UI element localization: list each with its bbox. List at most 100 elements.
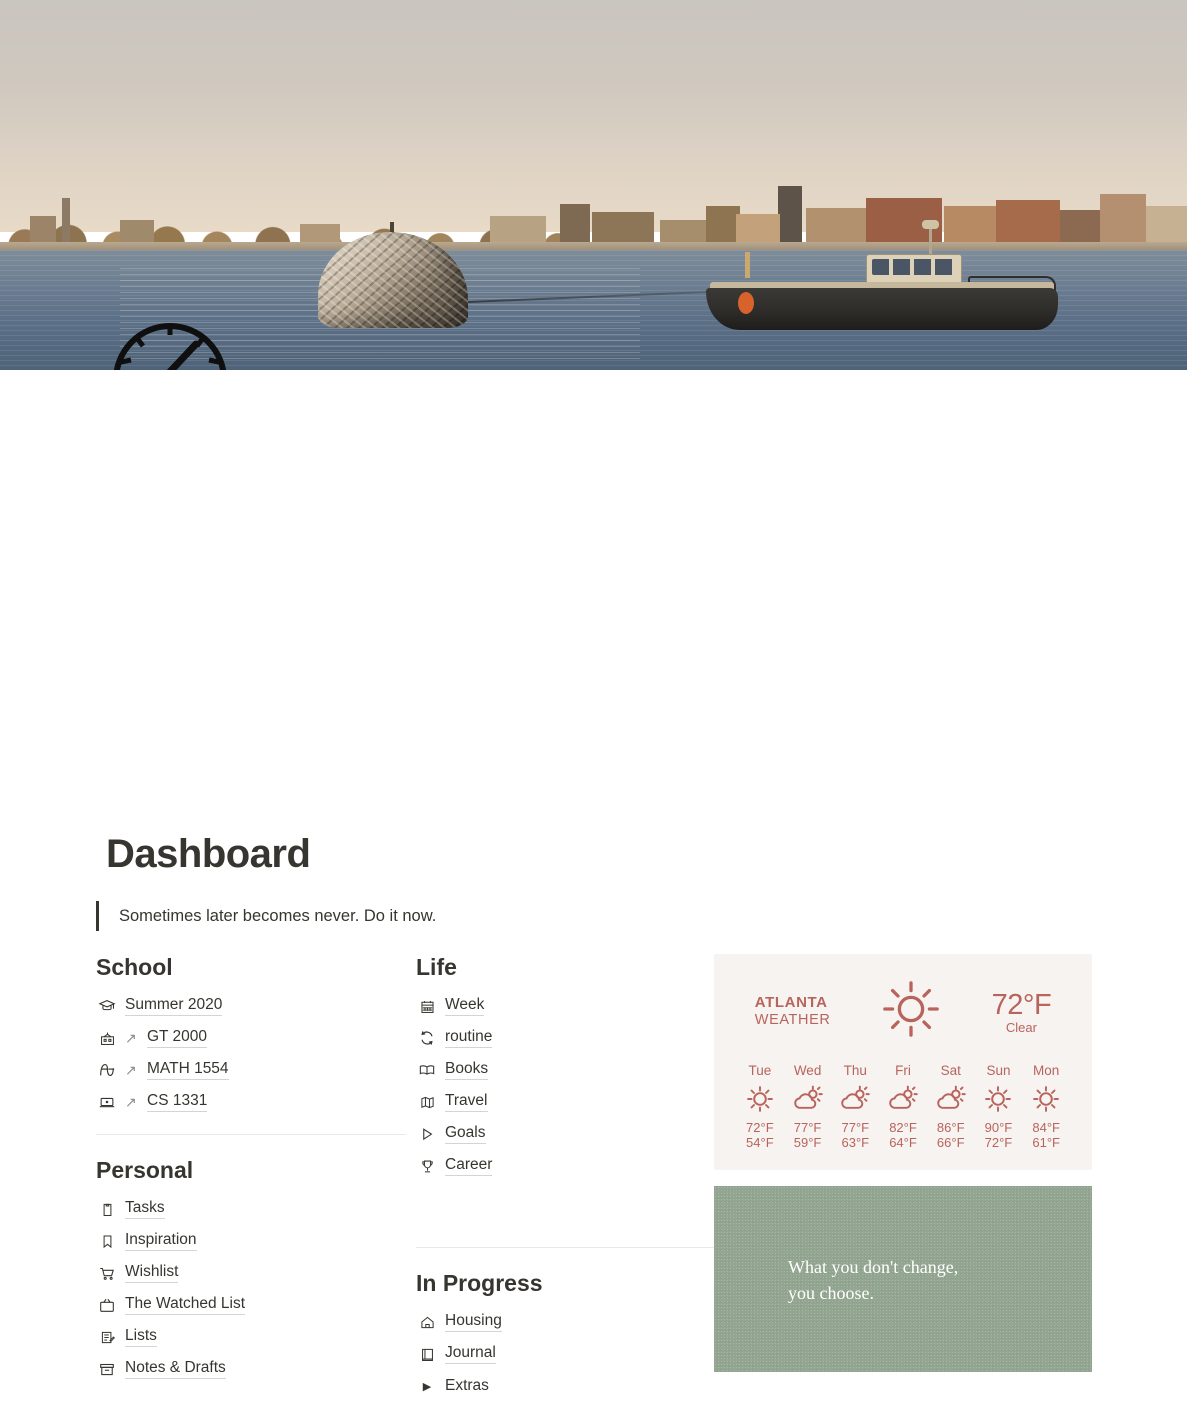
link-week[interactable]: Week <box>416 990 714 1022</box>
television-icon <box>96 1295 118 1315</box>
section-title-life: Life <box>416 954 457 980</box>
green-quote-line-2: you choose. <box>788 1283 874 1304</box>
link-notes-and-drafts[interactable]: Notes & Drafts <box>96 1353 406 1385</box>
link-journal[interactable]: Journal <box>416 1338 714 1370</box>
clipboard-icon <box>96 1199 118 1219</box>
green-quote-text: What you don't change, you choose. <box>788 1254 958 1306</box>
page-quote-text: Sometimes later becomes never. Do it now… <box>119 906 437 925</box>
green-quote-line-1: What you don't change, <box>788 1257 959 1277</box>
link-cs-1331[interactable]: ↗ CS 1331 <box>96 1086 406 1118</box>
column-divider <box>96 1134 406 1135</box>
cover-tug-hull <box>706 288 1058 330</box>
column-divider <box>416 1247 714 1248</box>
sun-icon <box>1022 1084 1070 1114</box>
weather-current-icon-wrap <box>880 978 942 1045</box>
forecast-high: 77°F <box>841 1120 870 1135</box>
forecast-day-name: Thu <box>843 1063 867 1078</box>
weather-city-sub: WEATHER <box>754 1011 831 1028</box>
note-edit-icon <box>96 1327 118 1347</box>
column-spacer <box>416 1182 714 1231</box>
link-label: Books <box>445 1060 489 1080</box>
cover-photo <box>0 0 1187 370</box>
link-label: Tasks <box>125 1199 165 1219</box>
link-label: Inspiration <box>125 1231 197 1251</box>
cover-buoy <box>738 292 754 314</box>
refresh-cycle-icon <box>416 1028 438 1048</box>
forecast-low: 63°F <box>841 1135 870 1150</box>
forecast-day-name: Sat <box>940 1063 961 1078</box>
column-school-personal: School Summer 2020 ↗ GT 2000 ↗ MATH 1554… <box>96 954 406 1402</box>
page-cover[interactable] <box>0 0 1187 370</box>
sun-icon <box>880 981 942 1044</box>
calendar-icon <box>416 996 438 1016</box>
cover-tug-windows <box>872 259 956 275</box>
open-book-icon <box>416 1060 438 1080</box>
sun-icon <box>975 1084 1023 1114</box>
speedometer-icon[interactable] <box>110 318 230 370</box>
external-link-arrow-icon: ↗ <box>125 1094 137 1110</box>
link-travel[interactable]: Travel <box>416 1086 714 1118</box>
link-gt-2000[interactable]: ↗ GT 2000 <box>96 1022 406 1054</box>
link-wishlist[interactable]: Wishlist <box>96 1257 406 1289</box>
trophy-icon <box>416 1156 438 1176</box>
forecast-low: 61°F <box>1032 1135 1060 1150</box>
cover-tug-lamp <box>922 220 939 229</box>
sun-icon <box>736 1084 784 1114</box>
forecast-day: Thu 77°F 63°F <box>831 1063 879 1150</box>
page-title[interactable]: Dashboard <box>106 832 311 877</box>
forecast-day: Fri 82°F 64°F <box>879 1063 927 1150</box>
partly-cloudy-icon <box>879 1084 927 1114</box>
link-label: Wishlist <box>125 1263 179 1283</box>
cover-skyline <box>0 172 1187 250</box>
link-tasks[interactable]: Tasks <box>96 1193 406 1225</box>
green-quote-card[interactable]: What you don't change, you choose. <box>714 1186 1092 1372</box>
partly-cloudy-icon <box>831 1084 879 1114</box>
link-summer-2020[interactable]: Summer 2020 <box>96 990 406 1022</box>
link-the-watched-list[interactable]: The Watched List <box>96 1289 406 1321</box>
link-label: Travel <box>445 1092 488 1112</box>
link-books[interactable]: Books <box>416 1054 714 1086</box>
section-title-personal: Personal <box>96 1157 194 1183</box>
weather-condition: Clear <box>1005 1019 1037 1035</box>
link-math-1554[interactable]: ↗ MATH 1554 <box>96 1054 406 1086</box>
forecast-low: 64°F <box>889 1135 917 1150</box>
link-goals[interactable]: Goals <box>416 1118 714 1150</box>
link-routine[interactable]: routine <box>416 1022 714 1054</box>
forecast-low: 66°F <box>936 1135 965 1150</box>
link-label: Summer 2020 <box>125 996 223 1016</box>
link-housing[interactable]: Housing <box>416 1306 714 1338</box>
partly-cloudy-icon <box>784 1084 832 1114</box>
link-lists[interactable]: Lists <box>96 1321 406 1353</box>
forecast-high: 86°F <box>936 1120 965 1135</box>
school-building-icon <box>96 1028 118 1048</box>
toggle-triangle-icon[interactable]: ▶ <box>416 1380 438 1393</box>
weather-location: ATLANTA WEATHER <box>755 994 831 1029</box>
external-link-arrow-icon: ↗ <box>125 1030 137 1046</box>
laptop-icon <box>96 1092 118 1112</box>
link-inspiration[interactable]: Inspiration <box>96 1225 406 1257</box>
section-title-school: School <box>96 954 173 980</box>
folded-map-icon <box>416 1092 438 1112</box>
link-label: The Watched List <box>125 1295 246 1315</box>
partly-cloudy-icon <box>927 1084 975 1114</box>
link-career[interactable]: Career <box>416 1150 714 1182</box>
forecast-day: Tue 72°F 54°F <box>736 1063 784 1150</box>
forecast-day: Wed 77°F 59°F <box>784 1063 832 1150</box>
forecast-day: Sat 86°F 66°F <box>927 1063 975 1150</box>
journal-book-icon <box>416 1344 438 1364</box>
forecast-low: 72°F <box>984 1135 1013 1150</box>
forecast-low: 54°F <box>746 1135 774 1150</box>
cover-piling <box>745 252 750 278</box>
math-function-icon <box>96 1060 118 1080</box>
link-label: Goals <box>445 1124 486 1144</box>
page-quote-block: Sometimes later becomes never. Do it now… <box>96 901 436 931</box>
weather-widget[interactable]: ATLANTA WEATHER 72°F Clear Tue 72°F 54°F… <box>714 954 1092 1170</box>
link-label: Lists <box>125 1327 157 1347</box>
weather-current-temp: 72°F <box>991 988 1052 1021</box>
toggle-extras[interactable]: ▶ Extras <box>416 1370 714 1402</box>
forecast-day: Mon 84°F 61°F <box>1022 1063 1070 1150</box>
column-life-in-progress: Life Week routine Books Travel Goals Car… <box>406 954 714 1402</box>
pennant-flag-icon <box>416 1124 438 1144</box>
archive-box-icon <box>96 1359 118 1379</box>
cover-tug-mast <box>929 226 932 256</box>
